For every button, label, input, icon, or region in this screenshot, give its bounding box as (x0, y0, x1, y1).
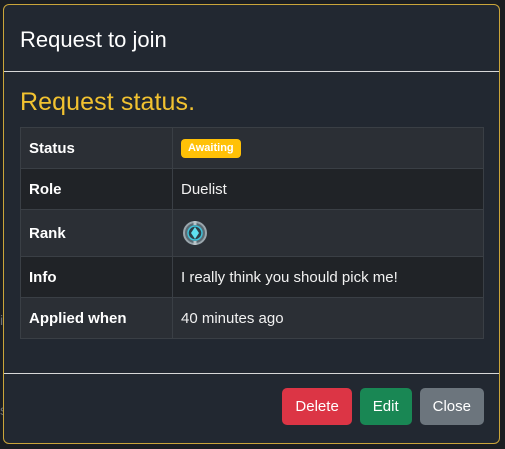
row-value: Duelist (172, 168, 484, 210)
delete-button[interactable]: Delete (282, 387, 352, 425)
row-value: Awaiting (172, 127, 484, 169)
row-label: Applied when (20, 297, 173, 339)
row-label: Status (20, 127, 173, 169)
row-label: Rank (20, 209, 173, 257)
row-value: I really think you should pick me! (172, 256, 484, 298)
row-label: Role (20, 168, 173, 210)
section-title: Request status. (20, 88, 196, 116)
table-row: Rank (20, 209, 484, 257)
row-label: Info (20, 256, 173, 298)
table-row: Role Duelist (20, 168, 484, 210)
rank-emblem-icon (181, 219, 209, 247)
table-row: Applied when 40 minutes ago (20, 297, 484, 339)
modal-footer: Delete Edit Close (4, 373, 499, 443)
row-value: 40 minutes ago (172, 297, 484, 339)
table-row: Status Awaiting (20, 127, 484, 169)
status-badge: Awaiting (181, 139, 241, 158)
row-value (172, 209, 484, 257)
modal-header: Request to join (4, 5, 499, 72)
request-modal: Request to join Request status. Status A… (3, 4, 500, 444)
table-row: Info I really think you should pick me! (20, 256, 484, 298)
edit-button[interactable]: Edit (359, 387, 412, 425)
request-status-table: Status Awaiting Role Duelist Rank Info I… (20, 127, 484, 339)
modal-body: Request status. Status Awaiting Role Due… (4, 72, 499, 339)
close-button[interactable]: Close (419, 387, 484, 425)
modal-title: Request to join (20, 26, 167, 52)
